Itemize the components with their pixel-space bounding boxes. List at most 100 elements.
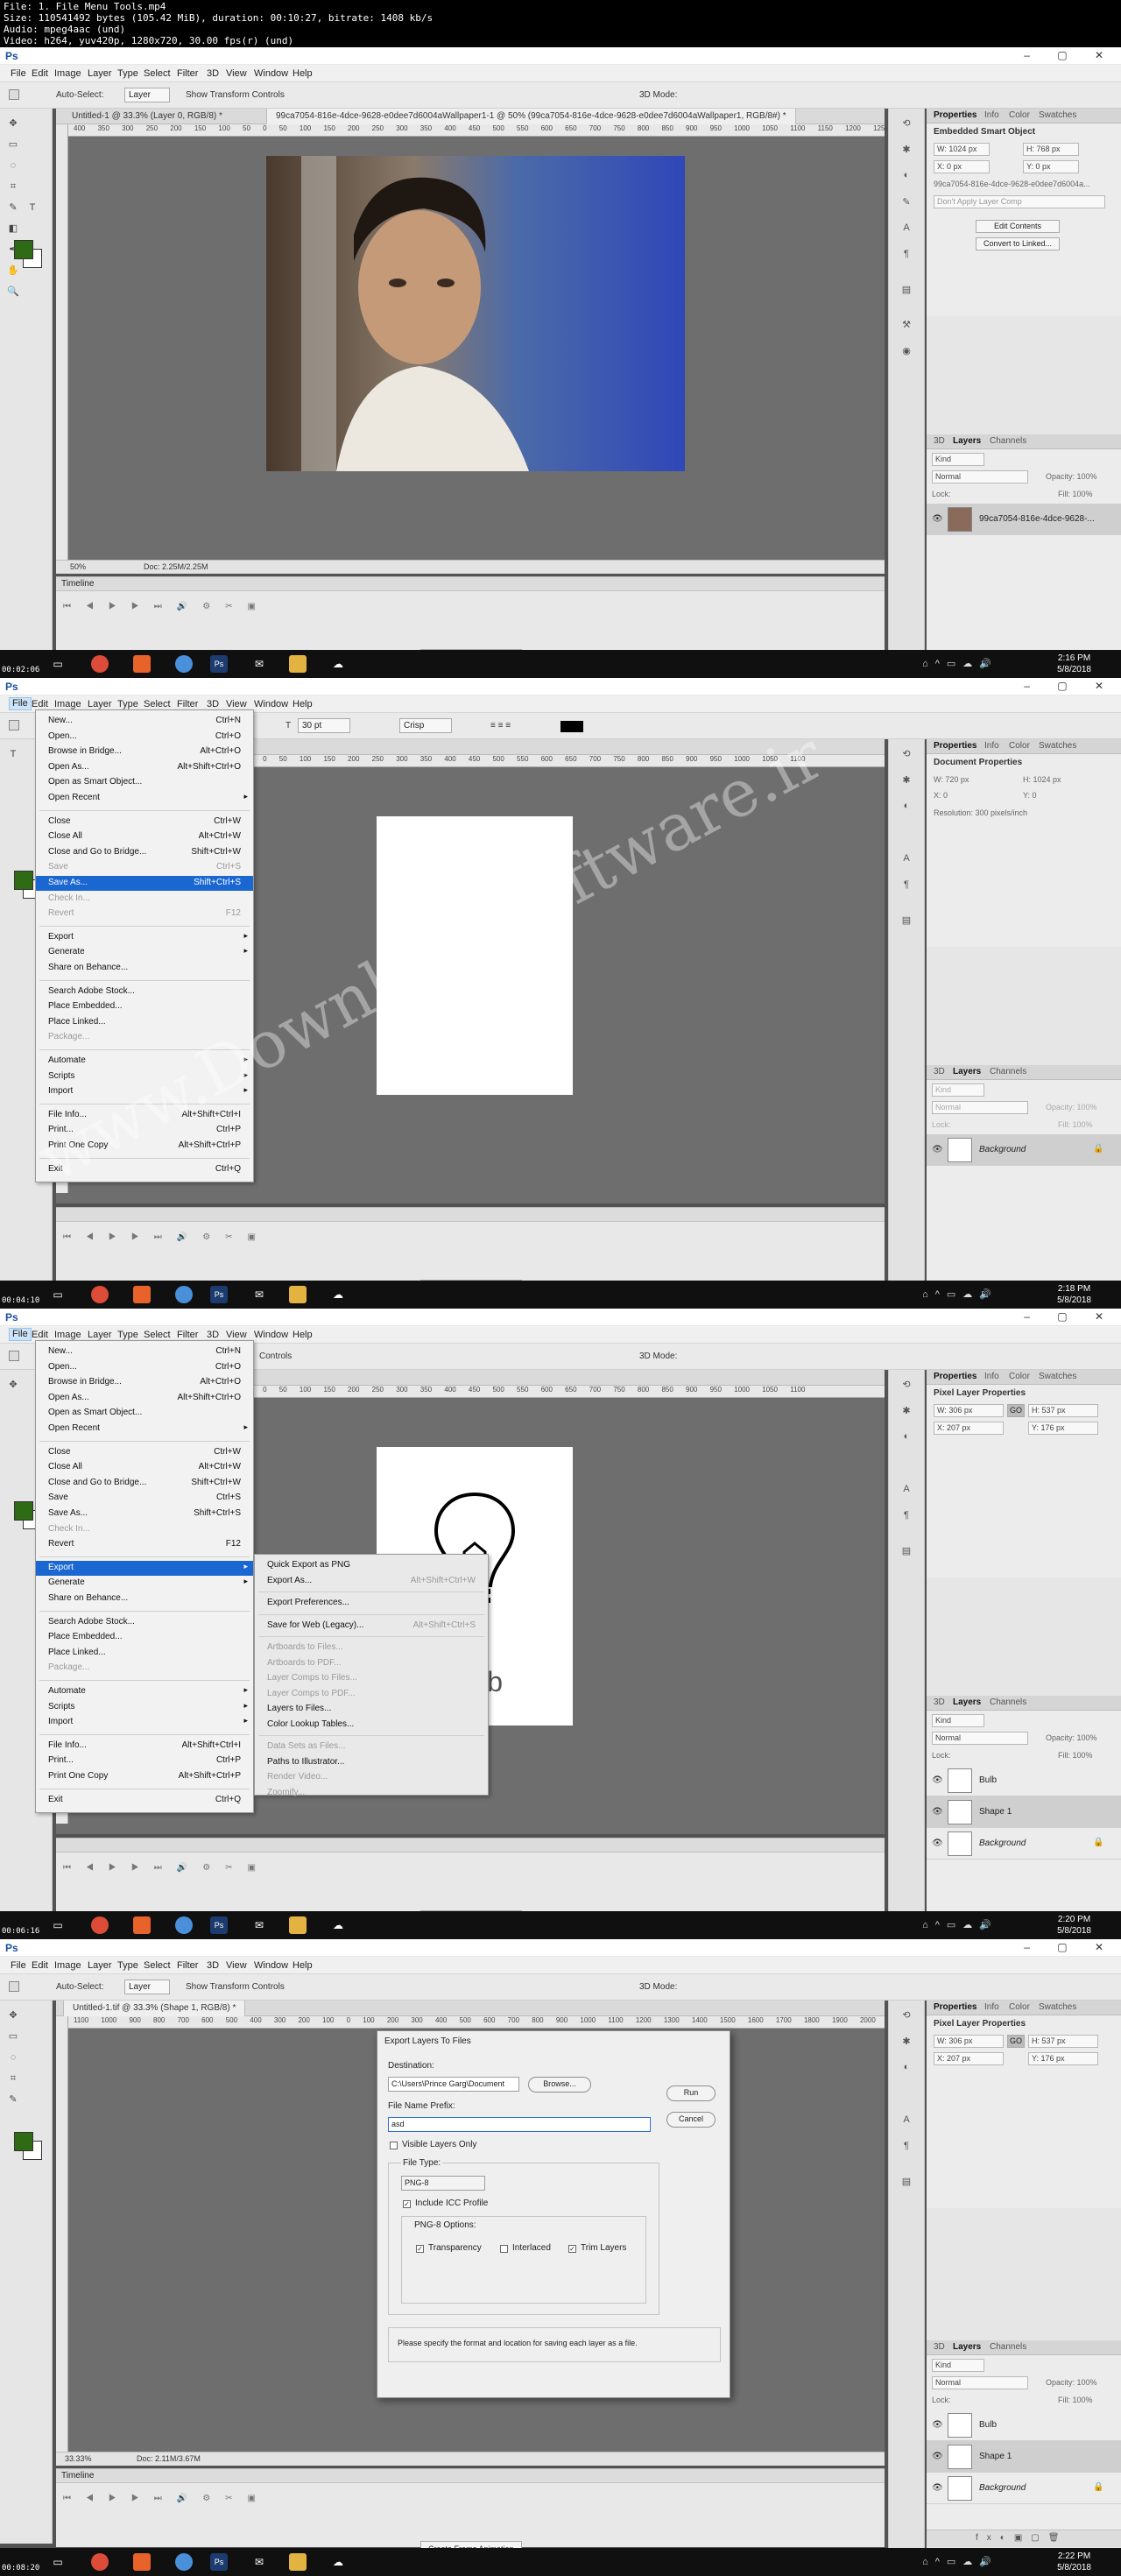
- marquee-tool-icon[interactable]: ▭: [7, 2030, 19, 2043]
- eraser-tool-icon[interactable]: ◧: [7, 222, 19, 235]
- export-submenu-item[interactable]: Color Lookup Tables...: [255, 1718, 488, 1733]
- layer-comp-dropdown[interactable]: Don't Apply Layer Comp: [934, 195, 1105, 208]
- move-tool-icon[interactable]: [9, 89, 19, 100]
- history-icon[interactable]: ⟲: [900, 1379, 913, 1391]
- folder-icon[interactable]: [289, 1916, 307, 1934]
- brush-settings-icon[interactable]: ✎: [900, 196, 913, 208]
- auto-select-dropdown[interactable]: Layer: [124, 88, 170, 102]
- crop-tool-icon[interactable]: ⌗: [7, 180, 19, 193]
- menu-window[interactable]: Window: [254, 699, 288, 709]
- layer-row[interactable]: 👁 Background 🔒: [927, 1828, 1121, 1860]
- opacity-value[interactable]: Opacity: 100%: [1046, 1103, 1097, 1112]
- menu-type[interactable]: Type: [117, 1960, 138, 1971]
- menu-edit[interactable]: Edit: [32, 699, 48, 709]
- foreground-color-swatch[interactable]: [14, 240, 33, 259]
- file-menu-item[interactable]: Place Embedded...: [36, 1630, 253, 1645]
- settings-icon[interactable]: ✱: [900, 1405, 913, 1417]
- browser-icon[interactable]: [175, 1916, 193, 1934]
- system-tray-icons[interactable]: ⌂^▭☁🔊: [922, 1288, 998, 1300]
- lasso-tool-icon[interactable]: ◌: [7, 2051, 19, 2064]
- paragraph-icon[interactable]: ¶: [900, 879, 913, 892]
- menu-file[interactable]: File: [11, 68, 26, 79]
- cloud-icon[interactable]: ☁: [329, 2553, 347, 2571]
- tab-3d[interactable]: 3D: [934, 2342, 945, 2352]
- y-field[interactable]: Y: 176 px: [1028, 2052, 1098, 2065]
- document-tab-untitled[interactable]: Untitled-1.tif @ 33.3% (Shape 1, RGB/8) …: [63, 2001, 246, 2016]
- file-menu-item[interactable]: Exit Ctrl+Q: [36, 1162, 253, 1177]
- browser-icon[interactable]: [175, 2553, 193, 2571]
- file-menu-item[interactable]: Close Ctrl+W: [36, 1445, 253, 1460]
- app-icon[interactable]: [133, 1916, 151, 1934]
- file-menu-item[interactable]: Place Linked...: [36, 1646, 253, 1661]
- app-icon[interactable]: [133, 655, 151, 673]
- tab-layers[interactable]: Layers: [953, 1697, 981, 1707]
- file-menu-item[interactable]: Close All Alt+Ctrl+W: [36, 1460, 253, 1475]
- libraries-icon[interactable]: ▤: [900, 1545, 913, 1557]
- document-tab-untitled[interactable]: Untitled-1 @ 33.3% (Layer 0, RGB/8) *: [63, 109, 231, 124]
- mail-icon[interactable]: ✉: [250, 1916, 268, 1934]
- photoshop-taskbar-icon[interactable]: Ps: [210, 655, 228, 673]
- menu-view[interactable]: View: [226, 68, 247, 79]
- task-view-icon[interactable]: ▭: [49, 1916, 67, 1934]
- folder-icon[interactable]: [289, 2553, 307, 2571]
- tab-properties[interactable]: Properties: [934, 110, 976, 120]
- paragraph-icon[interactable]: ¶: [900, 2141, 913, 2153]
- include-icc-checkbox[interactable]: ✓: [403, 2200, 411, 2208]
- file-menu-item[interactable]: Save Ctrl+S: [36, 1491, 253, 1506]
- destination-field[interactable]: C:\Users\Prince Garg\Document: [388, 2077, 519, 2092]
- tab-3d[interactable]: 3D: [934, 436, 945, 446]
- menu-edit[interactable]: Edit: [32, 1960, 48, 1971]
- zoom-level[interactable]: 33.33%: [65, 2454, 92, 2463]
- menu-window[interactable]: Window: [254, 1330, 288, 1340]
- layer-row[interactable]: 👁 Shape 1: [927, 1796, 1121, 1828]
- layer-row[interactable]: 👁 Background 🔒: [927, 1134, 1121, 1166]
- browser-icon[interactable]: [175, 655, 193, 673]
- tab-info[interactable]: Info: [984, 110, 999, 120]
- file-menu-item[interactable]: Import ▸: [36, 1084, 253, 1099]
- character-icon[interactable]: A: [900, 1484, 913, 1496]
- menu-help[interactable]: Help: [293, 68, 313, 79]
- menu-view[interactable]: View: [226, 1330, 247, 1340]
- window-controls[interactable]: – ▢ ✕: [1024, 1941, 1116, 1953]
- file-menu-item[interactable]: Save As... Shift+Ctrl+S: [36, 1507, 253, 1521]
- file-menu-item[interactable]: Share on Behance...: [36, 961, 253, 976]
- file-menu-item[interactable]: Open as Smart Object...: [36, 1406, 253, 1421]
- tab-channels[interactable]: Channels: [990, 436, 1026, 446]
- file-menu-item[interactable]: Open... Ctrl+O: [36, 1360, 253, 1375]
- menu-3d[interactable]: 3D: [207, 699, 219, 709]
- tab-properties[interactable]: Properties: [934, 2002, 976, 2012]
- height-field[interactable]: H: 768 px: [1023, 143, 1079, 156]
- menu-3d[interactable]: 3D: [207, 1960, 219, 1971]
- auto-select-dropdown[interactable]: Layer: [124, 1980, 170, 1994]
- libraries-icon[interactable]: ▤: [900, 284, 913, 296]
- foreground-color-swatch[interactable]: [14, 1501, 33, 1521]
- file-menu-item[interactable]: Export ▸: [36, 1560, 253, 1576]
- chrome-icon[interactable]: [91, 1286, 109, 1303]
- marquee-tool-icon[interactable]: ▭: [7, 138, 19, 151]
- opacity-value[interactable]: Opacity: 100%: [1046, 2378, 1097, 2387]
- fill-value[interactable]: Fill: 100%: [1058, 1751, 1093, 1760]
- file-menu-item[interactable]: Print... Ctrl+P: [36, 1123, 253, 1138]
- chrome-icon[interactable]: [91, 655, 109, 673]
- transparency-checkbox[interactable]: ✓: [416, 2245, 424, 2253]
- blend-mode-dropdown[interactable]: Normal: [932, 2376, 1028, 2389]
- menu-layer[interactable]: Layer: [88, 1330, 112, 1340]
- mail-icon[interactable]: ✉: [250, 1286, 268, 1303]
- file-menu-item[interactable]: Export ▸: [36, 930, 253, 945]
- visibility-eye-icon[interactable]: 👁: [932, 1838, 943, 1848]
- layer-filter-kind[interactable]: Kind: [932, 1083, 984, 1097]
- file-menu-item[interactable]: File Info... Alt+Shift+Ctrl+I: [36, 1739, 253, 1754]
- character-icon[interactable]: A: [900, 222, 913, 235]
- adjustments-icon[interactable]: ◐: [900, 801, 913, 813]
- file-menu-item[interactable]: Automate ▸: [36, 1684, 253, 1699]
- menu-layer[interactable]: Layer: [88, 68, 112, 79]
- blend-mode-dropdown[interactable]: Normal: [932, 1101, 1028, 1114]
- file-menu-item[interactable]: Open as Smart Object...: [36, 775, 253, 790]
- menu-image[interactable]: Image: [54, 68, 81, 79]
- paragraph-icon[interactable]: ¶: [900, 249, 913, 261]
- show-transform-controls-checkbox[interactable]: Show Transform Controls: [186, 90, 285, 100]
- file-menu-item[interactable]: Scripts ▸: [36, 1069, 253, 1084]
- menu-image[interactable]: Image: [54, 699, 81, 709]
- visibility-eye-icon[interactable]: 👁: [932, 1807, 943, 1817]
- tab-info[interactable]: Info: [984, 2002, 999, 2012]
